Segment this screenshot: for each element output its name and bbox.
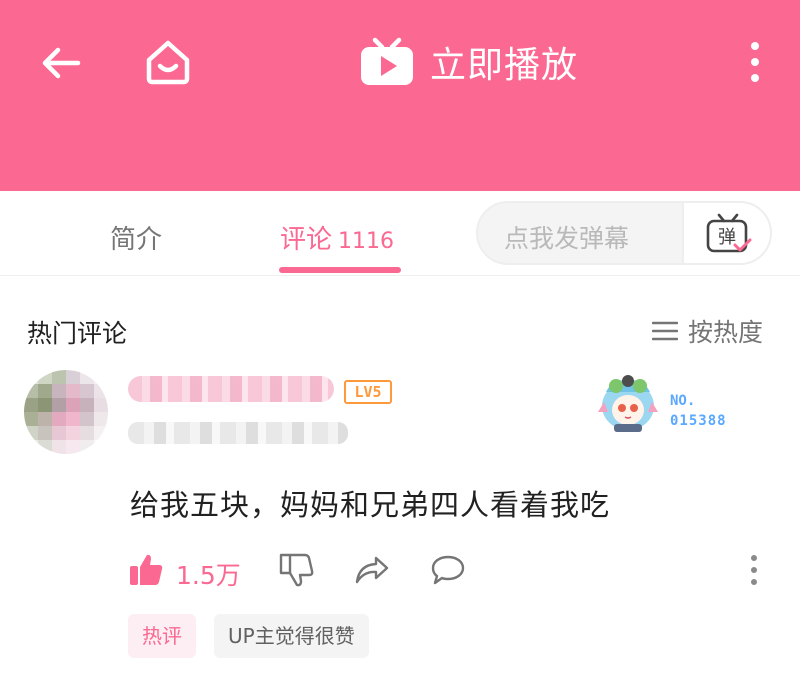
comment-text: 给我五块，妈妈和兄弟四人看着我吃 (130, 488, 611, 522)
tab-comments-label: 评论 (280, 225, 333, 255)
play-now-label: 立即播放 (430, 45, 579, 86)
thumbs-up-icon[interactable] (128, 552, 164, 588)
tv-play-icon (361, 37, 413, 85)
danmu-settings-button[interactable]: 弹 (682, 203, 770, 263)
share-icon[interactable] (354, 554, 390, 586)
tab-comments[interactable]: 评论 1116 (280, 219, 394, 256)
active-tab-indicator (279, 267, 401, 273)
up-liked-tag: UP主觉得很赞 (214, 614, 369, 658)
fan-medal-number: 015388 (670, 413, 727, 429)
top-header: 立即播放 (0, 0, 800, 191)
sort-label: 按热度 (688, 318, 764, 347)
danmu-tv-icon: 弹 (706, 213, 752, 253)
fan-medal-badge[interactable]: NO. 015388 (594, 372, 764, 436)
like-count: 1.5万 (176, 561, 241, 590)
back-button[interactable] (38, 40, 84, 86)
tab-intro[interactable]: 简介 (110, 219, 162, 256)
hot-comments-title: 热门评论 (27, 319, 128, 348)
tab-bar: 简介 评论 1116 点我发弹幕 弹 (0, 191, 800, 276)
comment-more-icon[interactable] (746, 552, 762, 588)
danmu-placeholder: 点我发弹幕 (504, 224, 630, 253)
thumbs-down-icon[interactable] (278, 552, 314, 588)
list-icon (652, 321, 678, 341)
danmu-button-glyph: 弹 (718, 227, 736, 248)
back-arrow-icon (42, 47, 81, 79)
home-button[interactable] (142, 36, 194, 88)
danmu-input[interactable]: 点我发弹幕 弹 (476, 201, 772, 265)
user-level-text: LV5 (354, 383, 382, 401)
reply-bubble-icon[interactable] (430, 554, 466, 586)
more-vertical-icon (751, 42, 759, 82)
comment-meta-blurred (128, 422, 348, 444)
comment-tags: 热评 UP主觉得很赞 (128, 614, 369, 658)
sort-by-hot-button[interactable]: 按热度 (652, 313, 763, 349)
avatar-blurred (24, 370, 108, 454)
more-options-button[interactable] (740, 38, 770, 86)
home-icon (146, 40, 190, 85)
hot-comment-tag: 热评 (128, 614, 196, 658)
tab-comments-count: 1116 (338, 229, 395, 254)
avatar[interactable] (24, 370, 108, 454)
fan-medal-label: NO. (670, 393, 696, 409)
fan-character-icon (598, 375, 658, 432)
comment-actions: 1.5万 (128, 548, 768, 592)
user-level-badge: LV5 (344, 380, 392, 404)
play-now-button[interactable]: 立即播放 (358, 34, 578, 90)
username-blurred[interactable] (128, 376, 334, 402)
